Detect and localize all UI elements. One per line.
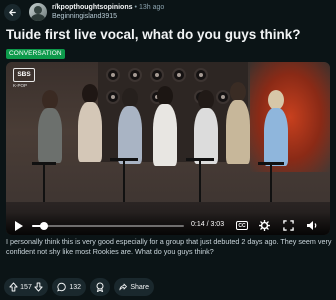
upvote-icon[interactable] (9, 282, 18, 292)
volume-icon[interactable] (306, 219, 318, 231)
award-icon (96, 282, 104, 292)
share-icon (119, 283, 127, 291)
fullscreen-icon[interactable] (282, 219, 294, 231)
video-time: 0:14 / 3:03 (191, 221, 225, 228)
share-button[interactable]: Share (114, 278, 154, 296)
comment-count: 132 (69, 283, 81, 291)
captions-button[interactable]: CC (236, 221, 248, 230)
back-arrow-icon (9, 9, 16, 16)
vote-count: 157 (20, 283, 32, 291)
video-player[interactable]: SBS K-POP 0:14 / 3:03 CC (6, 62, 330, 235)
share-label: Share (130, 283, 149, 291)
broadcaster-logo: SBS (13, 68, 35, 82)
post-time: 13h ago (138, 4, 165, 11)
subreddit-avatar[interactable] (29, 3, 47, 21)
broadcaster-logo-sub: K-POP (13, 83, 28, 88)
play-icon[interactable] (15, 221, 23, 231)
comments-button[interactable]: 132 (52, 278, 86, 296)
award-button[interactable] (90, 278, 110, 296)
separator-dot: • (134, 4, 137, 11)
author-username[interactable]: Beginningisland3915 (52, 12, 117, 21)
subreddit-name[interactable]: r/kpopthoughtsopinions (52, 4, 133, 11)
post-body: I personally think this is very good esp… (6, 237, 332, 256)
post-actions: 157 132 Share (0, 278, 336, 296)
progress-knob[interactable] (39, 222, 48, 230)
post-title: Tuide first live vocal, what do you guys… (6, 27, 301, 42)
video-controls: 0:14 / 3:03 CC (6, 212, 330, 235)
post-header: r/kpopthoughtsopinions • 13h ago Beginning… (0, 0, 336, 24)
downvote-icon[interactable] (34, 282, 43, 292)
progress-bar[interactable] (32, 222, 184, 230)
post-flair[interactable]: CONVERSATION (6, 49, 65, 59)
subreddit-meta: r/kpopthoughtsopinions • 13h ago (52, 3, 164, 12)
comment-icon (57, 282, 66, 292)
video-frame (6, 62, 330, 235)
settings-icon[interactable] (258, 219, 270, 231)
back-button[interactable] (4, 4, 21, 21)
vote-group: 157 (4, 278, 48, 296)
